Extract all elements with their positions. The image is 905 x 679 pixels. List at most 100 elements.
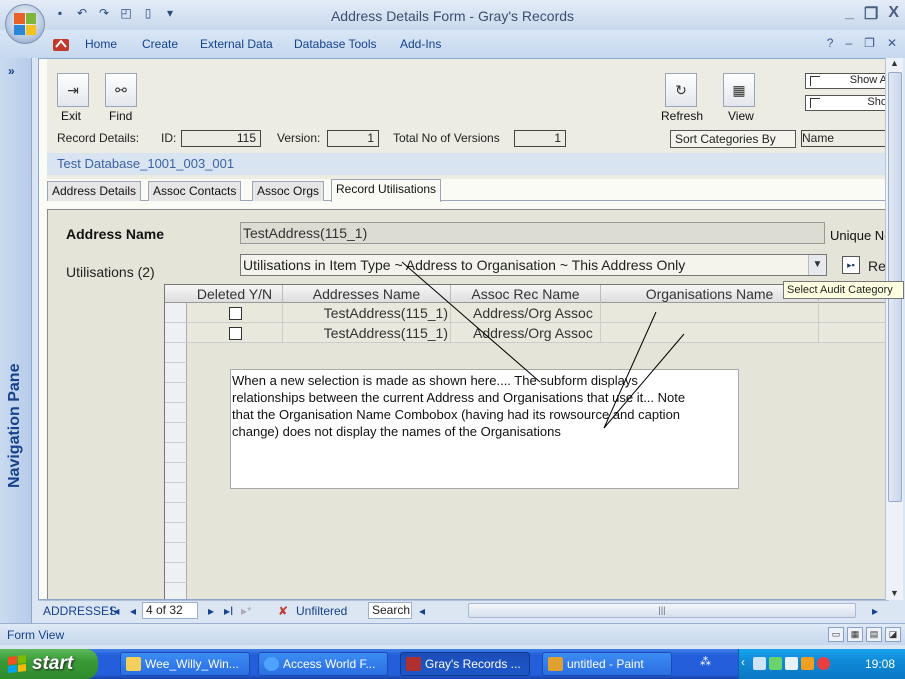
new-record-button[interactable]: ▸*: [241, 604, 252, 618]
antivirus-icon[interactable]: [817, 657, 830, 670]
first-record-button[interactable]: I◂: [110, 604, 119, 618]
navigation-pane-label[interactable]: Navigation Pane: [6, 364, 24, 488]
tab-external-data[interactable]: External Data: [200, 37, 273, 51]
sort-categories-button[interactable]: Sort Categories By: [670, 130, 796, 148]
office-button[interactable]: [5, 4, 45, 44]
version-label: Version:: [277, 131, 321, 145]
grid-view-icon: ▦: [732, 81, 746, 98]
record-selector[interactable]: [165, 563, 187, 583]
close-button[interactable]: X: [888, 4, 899, 24]
addresses-name-cell[interactable]: TestAddress(115_1): [283, 303, 451, 323]
tray-expand-icon[interactable]: ‹: [741, 655, 745, 669]
tab-add-ins[interactable]: Add-Ins: [400, 37, 441, 51]
last-record-button[interactable]: ▸I: [224, 604, 233, 618]
restore-button[interactable]: ❐: [864, 4, 878, 24]
tab-record-utilisations[interactable]: Record Utilisations: [331, 179, 442, 202]
column-header-deleted[interactable]: Deleted Y/N: [187, 285, 283, 303]
navigation-pane[interactable]: » Navigation Pane: [0, 58, 32, 623]
sort-by-field[interactable]: Name: [801, 130, 888, 147]
organisations-name-cell[interactable]: [601, 323, 819, 343]
chevron-down-icon[interactable]: ▼: [808, 255, 826, 275]
utilisations-label: Utilisations (2): [66, 264, 155, 280]
tab-database-tools[interactable]: Database Tools: [294, 37, 377, 51]
doc-restore-button[interactable]: ❐: [864, 36, 875, 50]
record-selector[interactable]: [165, 423, 187, 443]
task-access-world[interactable]: Access World F...: [258, 652, 388, 676]
form-view-icon[interactable]: ▭: [828, 627, 844, 642]
utilisations-combobox[interactable]: Utilisations in Item Type ~ Address to O…: [240, 254, 827, 276]
record-selector[interactable]: [165, 523, 187, 543]
assoc-rec-name-cell[interactable]: Address/Org Assoc: [451, 303, 601, 323]
record-selector[interactable]: [165, 303, 187, 323]
show-a-checkbox[interactable]: Show A: [805, 73, 888, 89]
form-vertical-scrollbar[interactable]: ▲ ▼: [885, 58, 903, 600]
deleted-checkbox[interactable]: [229, 307, 242, 320]
tab-home[interactable]: Home: [85, 37, 117, 51]
signal-icon[interactable]: [769, 657, 782, 670]
audit-category-button[interactable]: ▸▪: [842, 256, 860, 274]
layout-view-icon[interactable]: ▤: [866, 627, 882, 642]
doc-close-button[interactable]: ✕: [887, 36, 897, 50]
tab-assoc-contacts[interactable]: Assoc Contacts: [148, 181, 242, 201]
doc-minimize-button[interactable]: –: [845, 36, 852, 50]
tab-create[interactable]: Create: [142, 37, 178, 51]
task-paint[interactable]: untitled - Paint: [542, 652, 672, 676]
current-record-field[interactable]: 4 of 32: [142, 602, 198, 619]
assoc-rec-name-cell[interactable]: Address/Org Assoc: [451, 323, 601, 343]
find-button[interactable]: ⚯: [105, 73, 137, 107]
version-field[interactable]: 1: [327, 130, 379, 147]
next-record-button[interactable]: ▸: [208, 604, 214, 618]
record-selector[interactable]: [165, 483, 187, 503]
exit-button[interactable]: ⇥: [57, 73, 89, 107]
task-grays-records[interactable]: Gray's Records ...: [400, 652, 530, 676]
task-wee-willy[interactable]: Wee_Willy_Win...: [120, 652, 250, 676]
record-selector[interactable]: [165, 443, 187, 463]
show-b-checkbox[interactable]: Sho: [805, 95, 888, 111]
security-icon[interactable]: [801, 657, 814, 670]
table-row[interactable]: TestAddress(115_1) Address/Org Assoc: [187, 303, 888, 323]
table-row[interactable]: TestAddress(115_1) Address/Org Assoc: [187, 323, 888, 343]
organisations-name-cell[interactable]: [601, 303, 819, 323]
record-selector[interactable]: [165, 403, 187, 423]
view-label: View: [728, 109, 754, 123]
datasheet-view-icon[interactable]: ▦: [847, 627, 863, 642]
record-selector[interactable]: [165, 383, 187, 403]
record-selector[interactable]: [165, 463, 187, 483]
tab-address-details[interactable]: Address Details: [47, 181, 142, 201]
ribbon-tab-bar: Home Create External Data Database Tools…: [0, 30, 905, 58]
filter-status[interactable]: Unfiltered: [296, 604, 347, 618]
id-field[interactable]: 115: [181, 130, 261, 147]
scroll-down-icon[interactable]: ▼: [890, 588, 899, 598]
previous-record-button[interactable]: ◂: [130, 604, 136, 618]
scroll-left-icon[interactable]: ◂: [419, 604, 425, 618]
total-versions-field[interactable]: 1: [514, 130, 566, 147]
record-selector[interactable]: [165, 503, 187, 523]
tab-assoc-orgs[interactable]: Assoc Orgs: [252, 181, 325, 201]
nav-expand-button[interactable]: »: [8, 64, 15, 78]
language-icon[interactable]: ⁂: [700, 655, 711, 668]
search-field[interactable]: Search: [368, 602, 412, 619]
horizontal-scrollbar[interactable]: |||: [468, 603, 856, 618]
record-selector[interactable]: [165, 343, 187, 363]
record-selector[interactable]: [165, 543, 187, 563]
scroll-up-icon[interactable]: ▲: [890, 58, 899, 68]
start-button[interactable]: start: [0, 649, 98, 679]
annotation-line: change) does not display the names of th…: [232, 424, 561, 439]
addresses-name-cell[interactable]: TestAddress(115_1): [283, 323, 451, 343]
refresh-button[interactable]: ↻: [665, 73, 697, 107]
address-name-field[interactable]: TestAddress(115_1): [240, 222, 825, 244]
minimize-button[interactable]: _: [845, 4, 854, 24]
design-view-icon[interactable]: ◪: [885, 627, 901, 642]
scroll-right-icon[interactable]: ▸: [872, 604, 878, 618]
column-header-assoc-rec-name[interactable]: Assoc Rec Name: [451, 285, 601, 303]
network-icon[interactable]: [753, 657, 766, 670]
record-selector[interactable]: [165, 323, 187, 343]
record-selector[interactable]: [165, 363, 187, 383]
view-button[interactable]: ▦: [723, 73, 755, 107]
help-icon[interactable]: ?: [827, 36, 834, 50]
display-icon[interactable]: [785, 657, 798, 670]
record-selector[interactable]: [165, 583, 187, 599]
taskbar: start Wee_Willy_Win... Access World F...…: [0, 649, 905, 679]
column-header-addresses-name[interactable]: Addresses Name: [283, 285, 451, 303]
deleted-checkbox[interactable]: [229, 327, 242, 340]
